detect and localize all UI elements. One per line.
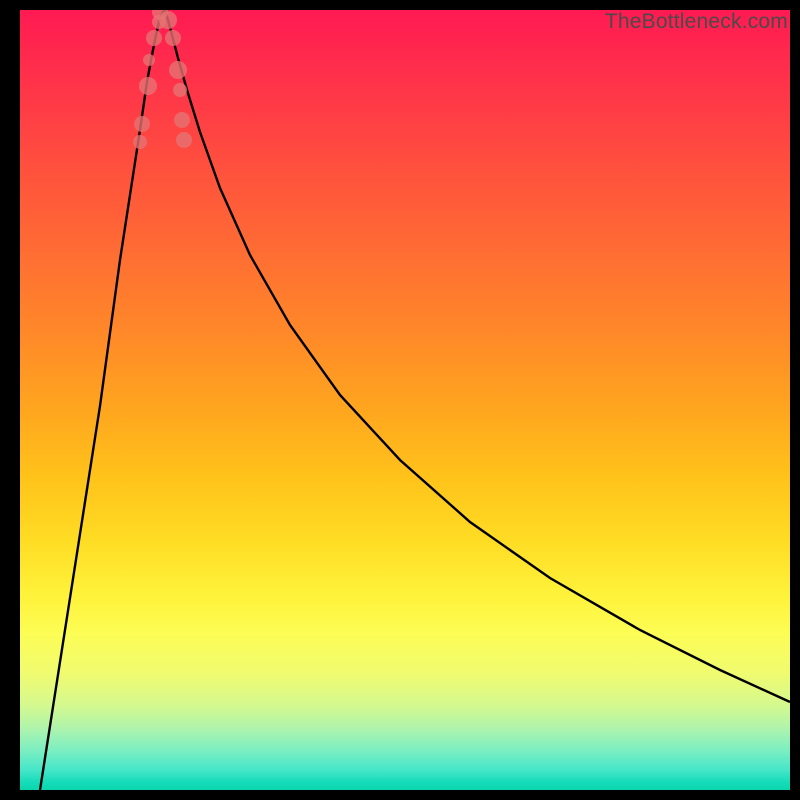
data-dot — [165, 30, 181, 46]
data-dot — [146, 30, 162, 46]
data-dot — [174, 112, 190, 128]
data-dot — [139, 77, 157, 95]
data-dot — [159, 11, 177, 29]
data-dot — [173, 83, 187, 97]
curve-right-branch — [165, 10, 790, 702]
watermark-text: TheBottleneck.com — [605, 10, 788, 34]
data-dot — [143, 54, 155, 66]
curve-layer — [20, 10, 790, 790]
data-dot — [169, 61, 187, 79]
data-dot — [134, 116, 150, 132]
data-dot — [176, 132, 192, 148]
data-dot — [133, 135, 147, 149]
plot-area — [20, 10, 790, 790]
chart-frame: TheBottleneck.com — [0, 0, 800, 800]
